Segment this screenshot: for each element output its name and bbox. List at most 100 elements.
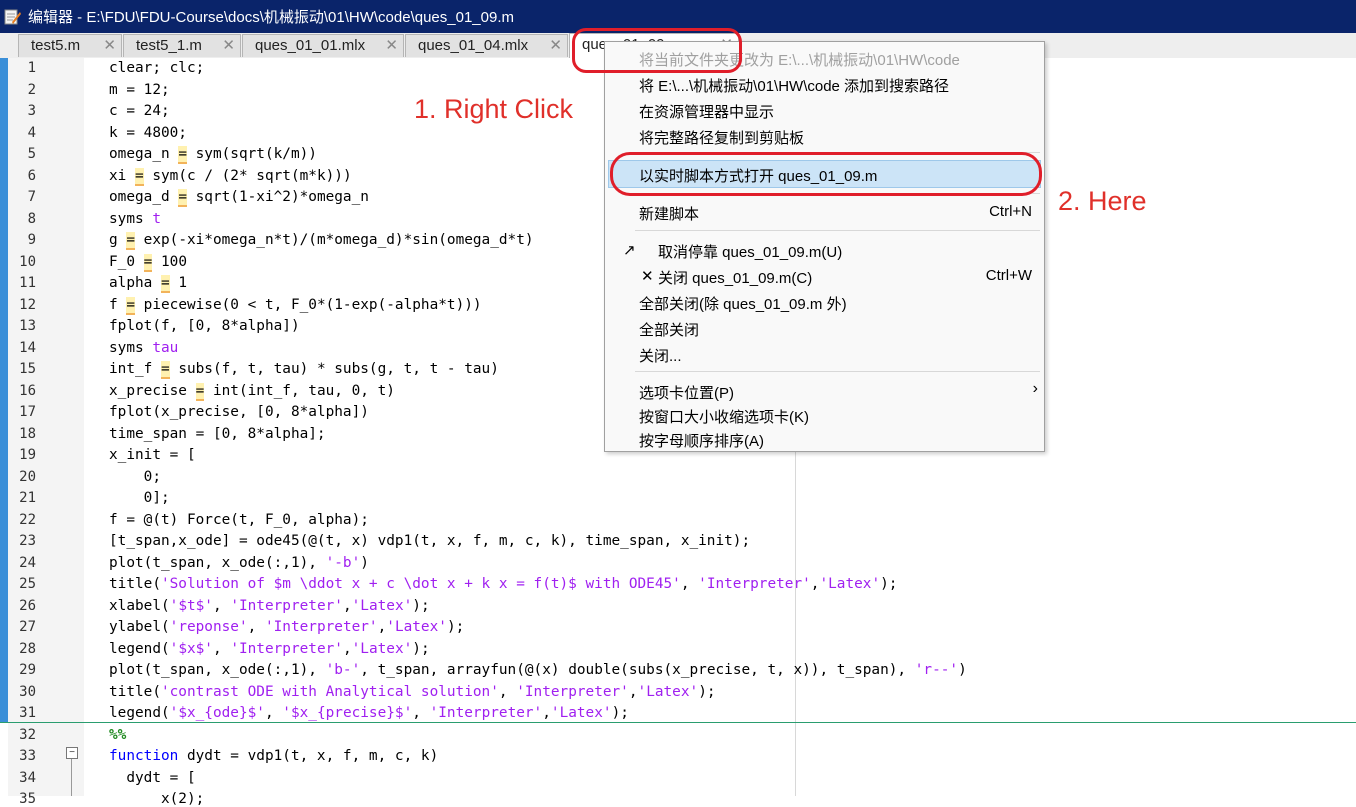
code-text: sym(sqrt(k/m)) xyxy=(186,146,317,162)
code-line-12[interactable]: f = piecewise(0 < t, F_0*(1-exp(-alpha*t… xyxy=(109,296,482,315)
line-number: 1 xyxy=(27,60,36,76)
code-text: ); xyxy=(611,705,629,721)
close-icon[interactable]: ✕ xyxy=(385,35,398,57)
code-text: fplot(f, [0, 8*alpha]) xyxy=(109,318,300,334)
fold-minus-icon[interactable]: − xyxy=(66,747,78,759)
line-number: 7 xyxy=(27,189,36,205)
code-text: ); xyxy=(446,619,465,635)
code-line-32[interactable]: %% xyxy=(109,727,126,743)
code-line-24[interactable]: plot(t_span, x_ode(:,1), '-b') xyxy=(109,555,369,571)
code-line-30[interactable]: title('contrast ODE with Analytical solu… xyxy=(109,684,716,700)
string-literal: 'Solution of $m \ddot x + c \dot x + k x… xyxy=(160,576,681,592)
code-text: , xyxy=(680,576,699,592)
code-line-18[interactable]: time_span = [0, 8*alpha]; xyxy=(109,426,326,442)
menu-item-undock[interactable]: 取消停靠 ques_01_09.m(U) xyxy=(658,241,842,262)
warning-marker[interactable]: = xyxy=(178,146,187,164)
menu-item-sort-alphabetically[interactable]: 按字母顺序排序(A) xyxy=(639,430,764,451)
code-line-15[interactable]: int_f = subs(f, t, tau) * subs(g, t, t -… xyxy=(109,361,499,379)
code-line-10[interactable]: F_0 = 100 xyxy=(109,253,187,272)
warning-marker[interactable]: = xyxy=(126,232,135,250)
menu-item-show-in-explorer[interactable]: 在资源管理器中显示 xyxy=(639,101,774,122)
code-text: , xyxy=(342,597,352,614)
code-line-28[interactable]: legend('$x$', 'Interpreter','Latex'); xyxy=(109,641,430,657)
menu-item-tab-position[interactable]: 选项卡位置(P) xyxy=(639,382,734,403)
menu-item-new-script[interactable]: 新建脚本 xyxy=(639,203,699,224)
code-text: sqrt(1-xi^2)*omega_n xyxy=(186,189,369,205)
line-number: 20 xyxy=(19,468,36,485)
tab-ques-01-04[interactable]: ques_01_04.mlx ✕ xyxy=(405,34,568,57)
menu-item-copy-full-path[interactable]: 将完整路径复制到剪贴板 xyxy=(639,127,804,148)
menu-item-close-all-but-this[interactable]: 全部关闭(除 ques_01_09.m 外) xyxy=(639,293,847,314)
code-line-2[interactable]: m = 12; xyxy=(109,82,170,98)
line-number: 28 xyxy=(19,640,36,657)
close-icon[interactable]: ✕ xyxy=(549,35,562,57)
code-line-35[interactable]: x(2); xyxy=(109,791,204,807)
menu-item-shrink-tabs[interactable]: 按窗口大小收缩选项卡(K) xyxy=(639,406,809,427)
code-line-20[interactable]: 0; xyxy=(109,469,161,485)
code-line-5[interactable]: omega_n = sym(sqrt(k/m)) xyxy=(109,146,317,164)
warning-marker[interactable]: = xyxy=(160,361,170,379)
menu-item-add-to-path[interactable]: 将 E:\...\机械振动\01\HW\code 添加到搜索路径 xyxy=(639,75,949,96)
line-number: 32 xyxy=(19,726,36,743)
code-line-34[interactable]: dydt = [ xyxy=(109,770,195,786)
code-text: alpha xyxy=(109,275,161,291)
code-line-3[interactable]: c = 24; xyxy=(109,103,170,119)
line-number: 17 xyxy=(19,404,36,420)
code-text: legend( xyxy=(109,705,170,721)
code-line-13[interactable]: fplot(f, [0, 8*alpha]) xyxy=(109,318,300,334)
tab-context-menu: 将当前文件夹更改为 E:\...\机械振动\01\HW\code 将 E:\..… xyxy=(604,41,1045,452)
tab-label: ques_01_01.mlx xyxy=(255,37,366,54)
code-line-19[interactable]: x_init = [ xyxy=(109,447,196,463)
code-line-23[interactable]: [t_span,x_ode] = ode45(@(t, x) vdp1(t, x… xyxy=(109,533,750,549)
menu-item-close-dialog[interactable]: 关闭... xyxy=(639,345,682,366)
code-text: f xyxy=(109,296,127,313)
code-line-31[interactable]: legend('$x_{ode}$', '$x_{precise}$', 'In… xyxy=(109,705,629,721)
code-line-8[interactable]: syms t xyxy=(109,211,161,227)
code-text: piecewise(0 < t, F_0*(1-exp(-alpha*t))) xyxy=(135,296,482,313)
warning-marker[interactable]: = xyxy=(178,189,187,207)
string-literal: '$t$' xyxy=(169,597,213,614)
code-line-26[interactable]: xlabel('$t$', 'Interpreter','Latex'); xyxy=(109,598,430,614)
code-line-6[interactable]: xi = sym(c / (2* sqrt(m*k))) xyxy=(109,167,352,186)
code-line-29[interactable]: plot(t_span, x_ode(:,1), 'b-', t_span, a… xyxy=(109,662,967,678)
code-text: ) xyxy=(958,662,967,678)
code-line-17[interactable]: fplot(x_precise, [0, 8*alpha]) xyxy=(109,404,369,420)
tab-label: test5_1.m xyxy=(136,37,202,54)
submenu-arrow-icon: › xyxy=(1032,380,1038,397)
code-line-4[interactable]: k = 4800; xyxy=(109,125,187,141)
code-text: dydt = vdp1(t, x, f, m, c, k) xyxy=(178,748,439,764)
line-number: 24 xyxy=(19,554,36,571)
code-line-21[interactable]: 0]; xyxy=(109,490,170,506)
code-text: xi xyxy=(109,167,135,184)
code-line-1[interactable]: clear; clc; xyxy=(109,60,204,76)
menu-item-close-file[interactable]: 关闭 ques_01_09.m(C) xyxy=(658,267,812,288)
code-line-7[interactable]: omega_d = sqrt(1-xi^2)*omega_n xyxy=(109,189,369,207)
code-line-14[interactable]: syms tau xyxy=(109,340,178,356)
menu-separator xyxy=(635,230,1040,231)
code-text: int(int_f, tau, 0, t) xyxy=(204,382,395,399)
code-line-25[interactable]: title('Solution of $m \ddot x + c \dot x… xyxy=(109,576,897,592)
code-line-9[interactable]: g = exp(-xi*omega_n*t)/(m*omega_d)*sin(o… xyxy=(109,232,534,250)
string-literal: 'Latex' xyxy=(386,619,447,635)
warning-marker[interactable]: = xyxy=(160,275,170,293)
code-line-33[interactable]: function dydt = vdp1(t, x, f, m, c, k) xyxy=(109,748,438,764)
tab-ques-01-01[interactable]: ques_01_01.mlx ✕ xyxy=(242,34,404,57)
warning-marker[interactable]: = xyxy=(195,382,205,401)
close-icon[interactable]: ✕ xyxy=(222,35,235,57)
tab-test5-1[interactable]: test5_1.m ✕ xyxy=(123,34,241,57)
menu-item-close-all[interactable]: 全部关闭 xyxy=(639,319,699,340)
code-text: , xyxy=(212,640,231,657)
annotation-circle-tab xyxy=(572,28,742,73)
code-line-16[interactable]: x_precise = int(int_f, tau, 0, t) xyxy=(109,382,395,401)
line-number: 26 xyxy=(19,597,36,614)
warning-marker[interactable]: = xyxy=(135,167,144,186)
code-line-27[interactable]: ylabel('reponse', 'Interpreter','Latex')… xyxy=(109,619,464,635)
code-line-11[interactable]: alpha = 1 xyxy=(109,275,187,293)
close-icon[interactable]: ✕ xyxy=(103,35,116,57)
string-literal: 'Interpreter' xyxy=(264,619,378,635)
string-literal: 'Latex' xyxy=(550,705,612,721)
warning-marker[interactable]: = xyxy=(126,296,135,315)
code-line-22[interactable]: f = @(t) Force(t, F_0, alpha); xyxy=(109,512,369,528)
tab-test5[interactable]: test5.m ✕ xyxy=(18,34,122,57)
code-text: t xyxy=(152,210,161,227)
